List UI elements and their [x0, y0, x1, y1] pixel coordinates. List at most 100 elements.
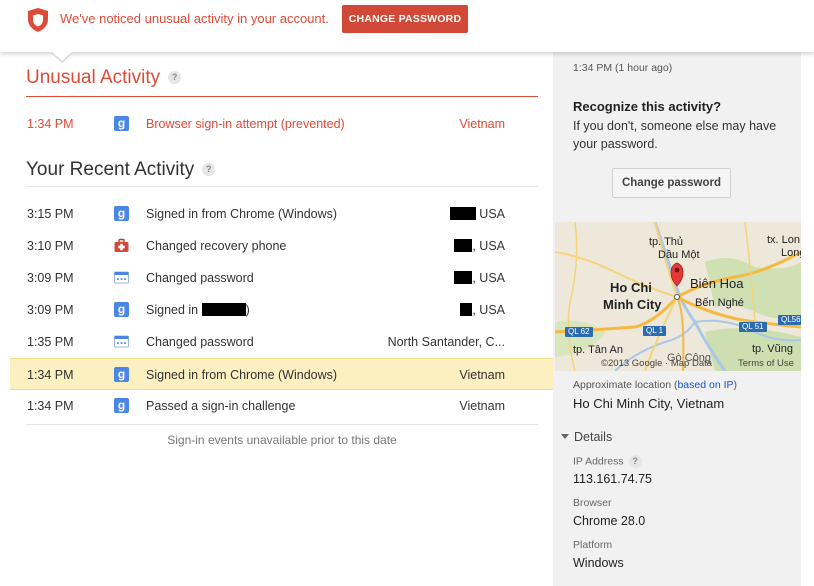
approximate-location-close: ) — [733, 379, 738, 391]
change-password-alert-button[interactable]: CHANGE PASSWORD — [342, 5, 468, 33]
password-card-icon — [114, 270, 129, 285]
recent-activity-title: Your Recent Activity? — [26, 159, 216, 181]
platform-label: Platform — [573, 539, 613, 551]
event-location: Vietnam — [459, 117, 505, 131]
event-description: Passed a sign-in challenge — [146, 399, 296, 413]
details-toggle-label: Details — [574, 430, 613, 444]
alert-message: We've noticed unusual activity in your a… — [60, 11, 329, 26]
map-label: Ho Chi — [610, 280, 652, 295]
event-time-ago: 1:34 PM (1 hour ago) — [573, 62, 673, 74]
alert-caret — [50, 51, 74, 63]
unusual-activity-title: Unusual Activity? — [26, 67, 182, 89]
recognize-question: Recognize this activity? — [573, 99, 722, 114]
map-label: tp. Tân An — [573, 344, 623, 356]
map-label: tp. Vũng — [752, 343, 793, 355]
event-time: 3:15 PM — [27, 207, 74, 221]
map-label: Dầu Một — [658, 249, 700, 261]
redaction — [454, 239, 473, 252]
highway-shield: QL 1 — [643, 326, 667, 336]
map-label: Minh City — [603, 297, 662, 312]
event-location: , USA — [454, 271, 505, 285]
event-location-text: USA — [479, 303, 505, 317]
password-card-icon — [114, 334, 129, 349]
location-city: Ho Chi Minh City, Vietnam — [573, 396, 725, 411]
redaction — [460, 303, 473, 316]
event-location: USA — [449, 207, 505, 221]
ip-address-label: IP Address? — [573, 455, 642, 468]
event-location: Vietnam — [459, 399, 505, 413]
activity-row-selected[interactable]: 1:34 PM g Signed in from Chrome (Windows… — [10, 358, 553, 390]
triangle-down-icon — [561, 434, 569, 439]
event-location: North Santander, C... — [387, 335, 505, 349]
event-time: 1:34 PM — [27, 117, 74, 131]
event-location-text: USA — [479, 271, 505, 285]
help-icon[interactable]: ? — [628, 455, 642, 468]
browser-label: Browser — [573, 497, 612, 509]
approximate-location-text: Approximate location ( — [573, 379, 678, 391]
map-label: tp. Thủ — [649, 236, 684, 248]
event-description-suffix: ) — [245, 303, 250, 317]
divider — [26, 96, 538, 97]
google-icon: g — [114, 206, 129, 221]
approximate-location-label: Approximate location (based on IP) — [573, 379, 737, 391]
change-password-button[interactable]: Change password — [612, 168, 731, 198]
divider — [26, 424, 538, 425]
redaction — [201, 303, 246, 316]
event-description: Changed password — [146, 271, 254, 285]
event-location: Vietnam — [459, 368, 505, 382]
recognize-subtext: If you don't, someone else may have your… — [573, 119, 777, 151]
alert-banner: We've noticed unusual activity in your a… — [0, 0, 814, 52]
map-label: tx. Lon — [767, 234, 801, 246]
redaction — [454, 271, 473, 284]
event-description: Changed recovery phone — [146, 239, 287, 253]
google-icon: g — [114, 302, 129, 317]
activity-row[interactable]: 3:10 PM Changed recovery phone , USA — [10, 230, 553, 262]
platform-value: Windows — [573, 556, 624, 570]
highway-shield: QL 62 — [565, 327, 593, 337]
security-shield-icon — [28, 8, 48, 32]
event-location: , USA — [454, 239, 505, 253]
event-description: Changed password — [146, 335, 254, 349]
redaction — [449, 207, 476, 220]
unusual-activity-title-text: Unusual Activity — [26, 67, 161, 88]
event-location: , USA — [460, 303, 505, 317]
divider — [26, 186, 538, 187]
help-icon[interactable]: ? — [202, 163, 216, 177]
event-description: Signed in from Chrome (Windows) — [146, 207, 338, 221]
map-terms-link[interactable]: Terms of Use — [738, 358, 794, 369]
help-icon[interactable]: ? — [168, 71, 182, 85]
map-label: Long — [781, 247, 801, 259]
map-label: Biên Hoa — [690, 276, 744, 291]
event-time: 3:10 PM — [27, 239, 74, 253]
activity-row[interactable]: 1:34 PM g Passed a sign-in challenge Vie… — [10, 390, 553, 422]
browser-value: Chrome 28.0 — [573, 514, 646, 528]
activity-row[interactable]: 3:15 PM g Signed in from Chrome (Windows… — [10, 198, 553, 230]
event-time: 1:34 PM — [27, 399, 74, 413]
event-description: Browser sign-in attempt (prevented) — [146, 117, 345, 131]
google-icon: g — [114, 367, 129, 382]
event-description-text: Signed in — [146, 303, 199, 317]
location-map[interactable]: tp. Thủ Dầu Một Ho Chi Minh City Biên Ho… — [555, 222, 801, 371]
unusual-activity-row[interactable]: 1:34 PM g Browser sign-in attempt (preve… — [10, 108, 553, 140]
google-icon: g — [114, 398, 129, 413]
event-location-text: USA — [479, 207, 505, 221]
activity-row[interactable]: 1:35 PM Changed password North Santander… — [10, 326, 553, 358]
recent-activity-title-text: Your Recent Activity — [26, 159, 195, 180]
event-description: Signed in ) — [146, 303, 250, 317]
activity-row[interactable]: 3:09 PM Changed password , USA — [10, 262, 553, 294]
event-location-text: USA — [479, 239, 505, 253]
ip-address-value: 113.161.74.75 — [573, 472, 653, 486]
ip-address-label-text: IP Address — [573, 455, 624, 468]
event-time: 1:34 PM — [27, 368, 74, 382]
event-description: Signed in from Chrome (Windows) — [146, 368, 338, 382]
event-time: 3:09 PM — [27, 271, 74, 285]
events-unavailable-note: Sign-in events unavailable prior to this… — [167, 433, 397, 447]
details-toggle[interactable]: Details — [561, 430, 612, 444]
based-on-ip-link[interactable]: based on IP — [677, 379, 733, 391]
google-icon: g — [114, 116, 129, 131]
page-edge — [801, 0, 814, 586]
event-time: 3:09 PM — [27, 303, 74, 317]
first-aid-kit-icon — [114, 238, 129, 253]
event-time: 1:35 PM — [27, 335, 74, 349]
activity-row[interactable]: 3:09 PM g Signed in ) , USA — [10, 294, 553, 326]
